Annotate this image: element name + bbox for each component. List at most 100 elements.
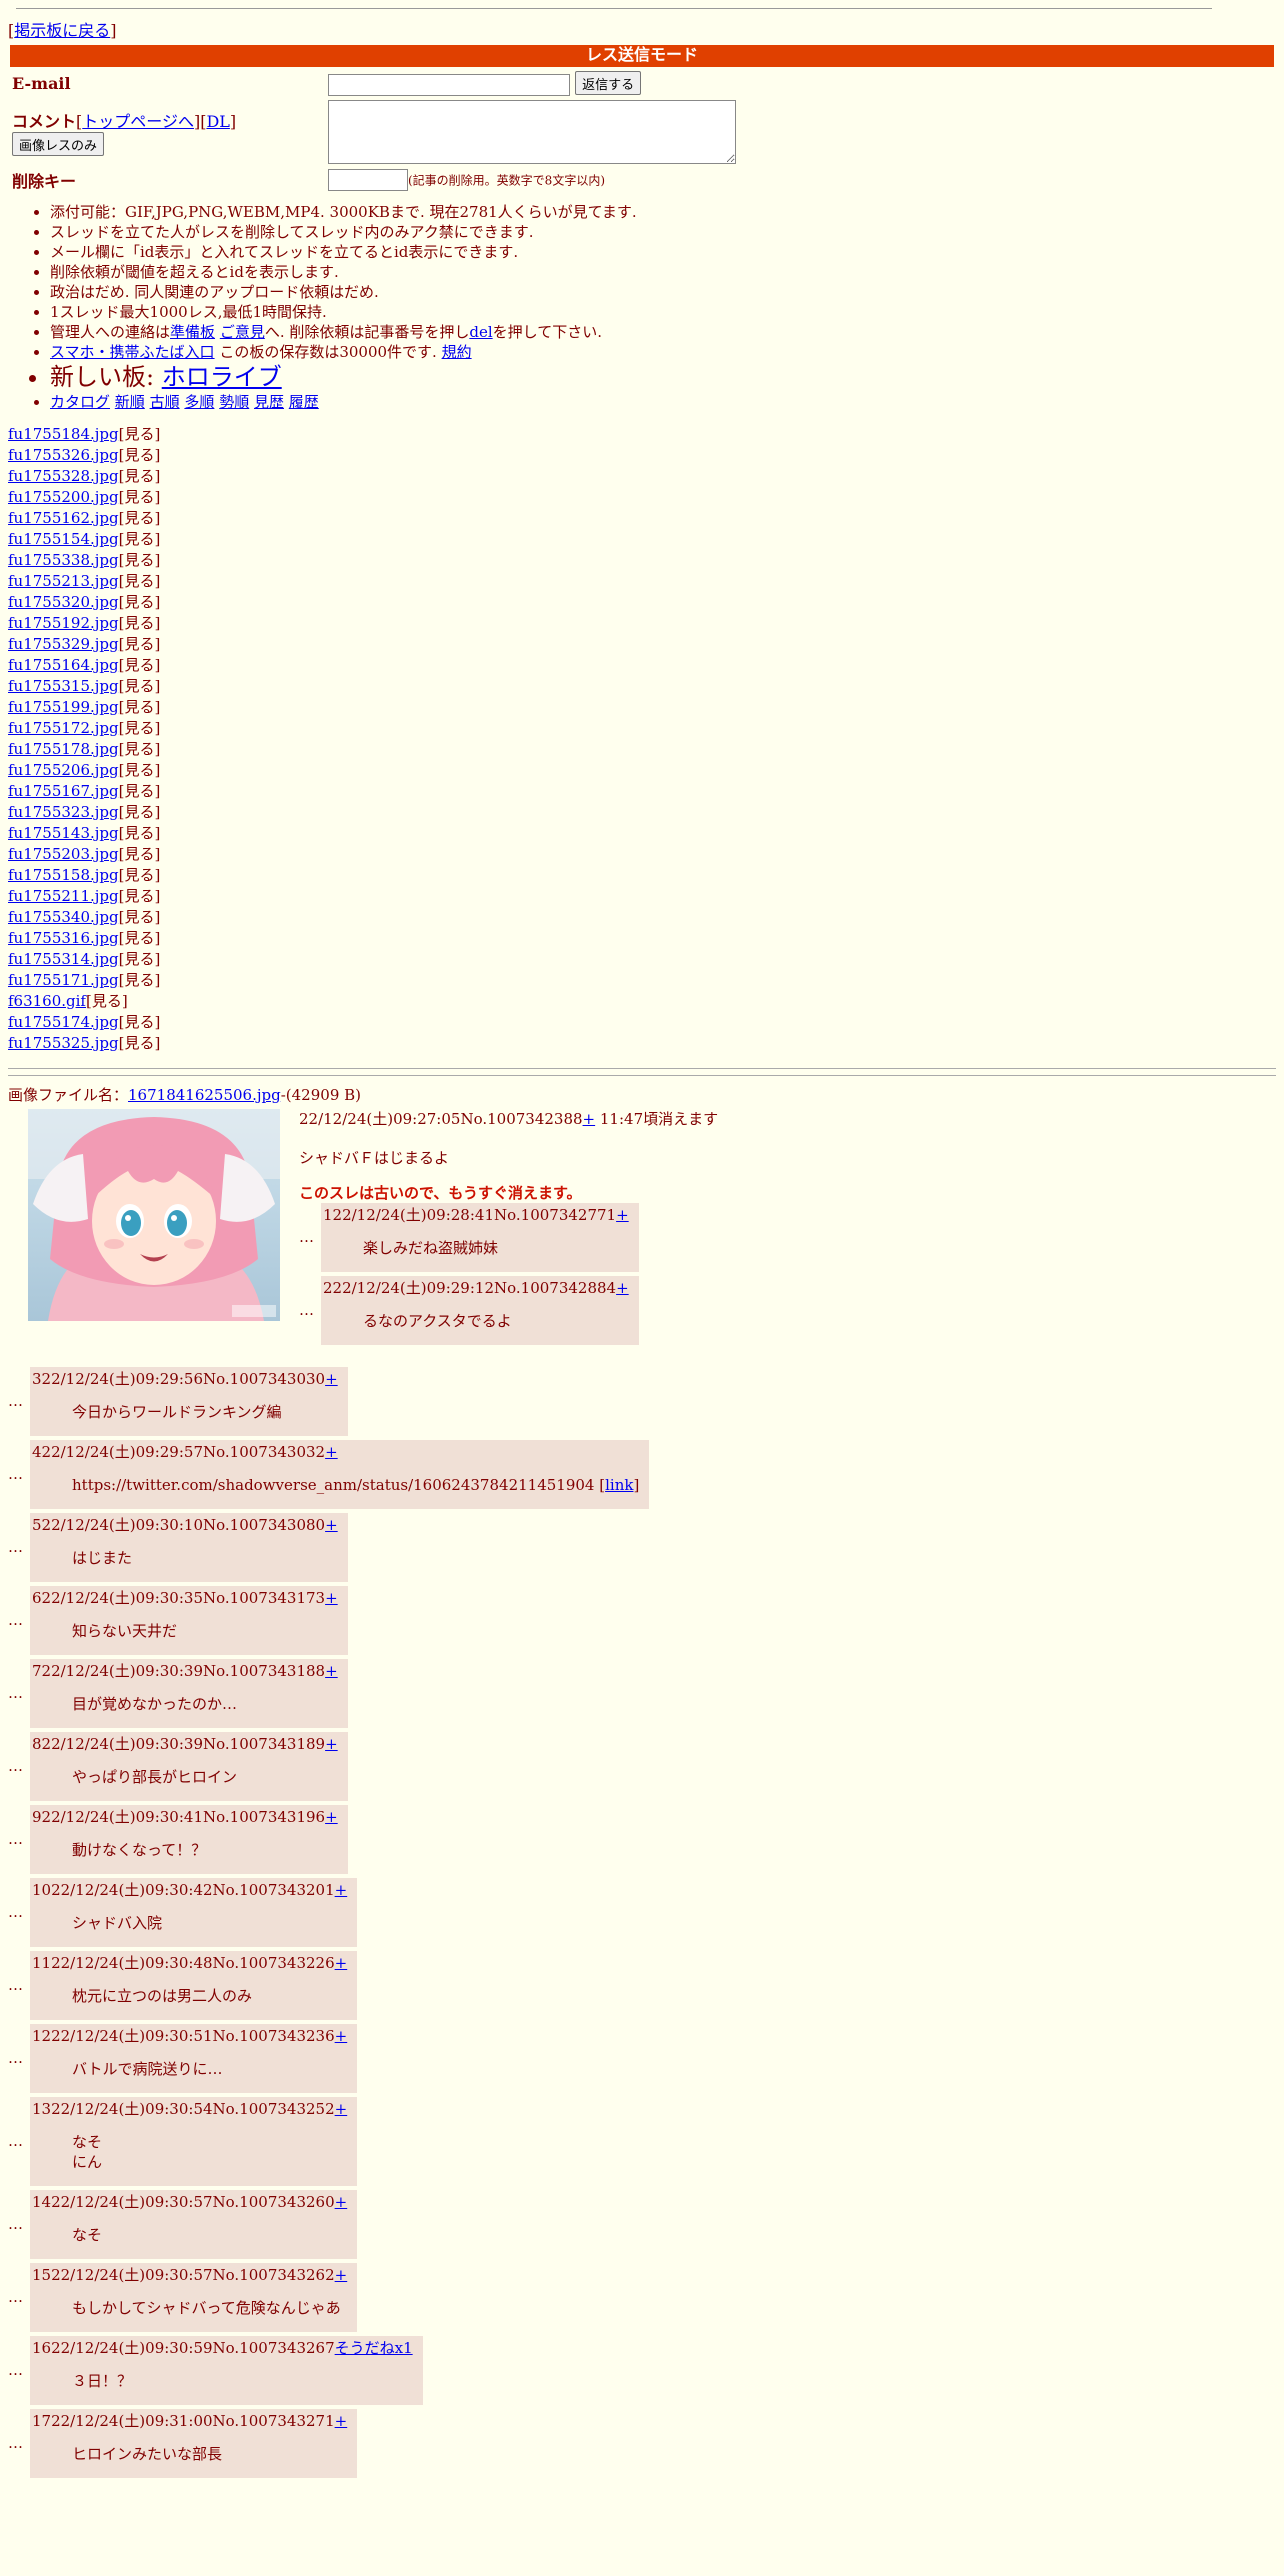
comment-field[interactable] [328, 99, 736, 164]
sort-many-link[interactable]: 多順 [184, 393, 214, 411]
reply-plus-button[interactable]: + [325, 1589, 338, 1607]
file-link[interactable]: fu1755184.jpg [8, 425, 119, 443]
del-link[interactable]: del [469, 323, 492, 341]
hololive-board-link[interactable]: ホロライブ [162, 363, 282, 391]
reply-plus-button[interactable]: + [325, 1808, 338, 1826]
file-list-item: fu1755328.jpg[見る] [8, 466, 1276, 487]
divider [8, 1074, 1276, 1076]
file-link[interactable]: fu1755200.jpg [8, 488, 119, 506]
file-link[interactable]: fu1755158.jpg [8, 866, 119, 884]
feedback-link[interactable]: ご意見 [220, 323, 265, 341]
file-link[interactable]: fu1755154.jpg [8, 530, 119, 548]
prep-board-link[interactable]: 準備板 [170, 323, 215, 341]
file-link[interactable]: fu1755164.jpg [8, 656, 119, 674]
mobile-entrance-link[interactable]: スマホ・携帯ふたば入口 [50, 343, 215, 361]
delete-key-label: 削除キー [12, 171, 77, 191]
file-link[interactable]: fu1755206.jpg [8, 761, 119, 779]
op-file-info: 画像ファイル名：1671841625506.jpg-(42909 B) [8, 1084, 1276, 1105]
reply-plus-button[interactable]: + [335, 2193, 348, 2211]
rule-item: 1スレッド最大1000レス,最低1時間保持. [50, 302, 1276, 322]
reply-plus-button[interactable]: + [335, 2412, 348, 2430]
sort-old-link[interactable]: 古順 [150, 393, 180, 411]
file-link[interactable]: fu1755143.jpg [8, 824, 119, 842]
reply-plus-button[interactable]: + [325, 1443, 338, 1461]
reply-header: 1422/12/24(土)09:30:57No.1007343260+ [32, 2192, 347, 2212]
reply-text: なそ [72, 2225, 103, 2244]
viewed-history-link[interactable]: 見歴 [254, 393, 284, 411]
history-link[interactable]: 履歴 [289, 393, 319, 411]
file-link[interactable]: fu1755199.jpg [8, 698, 119, 716]
reply-plus-button[interactable]: + [335, 2100, 348, 2118]
file-link[interactable]: fu1755162.jpg [8, 509, 119, 527]
top-page-link[interactable]: トップページへ [82, 112, 194, 131]
reply-plus-button[interactable]: + [335, 2027, 348, 2045]
file-link[interactable]: fu1755174.jpg [8, 1013, 119, 1031]
file-link[interactable]: fu1755325.jpg [8, 1034, 119, 1052]
comment-label: コメント [12, 111, 77, 131]
file-link[interactable]: fu1755167.jpg [8, 782, 119, 800]
image-only-button[interactable]: 画像レスのみ [12, 131, 105, 156]
file-link[interactable]: fu1755328.jpg [8, 467, 119, 485]
reply-meta: 1122/12/24(土)09:30:48No.1007343226 [32, 1953, 335, 1972]
dl-link[interactable]: DL [206, 112, 229, 131]
terms-link[interactable]: 規約 [442, 343, 472, 361]
file-link[interactable]: fu1755192.jpg [8, 614, 119, 632]
reply-plus-button[interactable]: + [335, 1954, 348, 1972]
file-link[interactable]: fu1755329.jpg [8, 635, 119, 653]
reply-header: 1122/12/24(土)09:30:48No.1007343226+ [32, 1953, 347, 1973]
reply-plus-button[interactable]: そうだねx1 [335, 2339, 413, 2357]
file-link[interactable]: f63160.gif [8, 992, 86, 1010]
inline-replies: … 122/12/24(土)09:28:41No.1007342771+ 楽しみだね… [299, 1202, 1276, 1345]
view-label: [見る] [118, 550, 161, 569]
file-link[interactable]: fu1755178.jpg [8, 740, 119, 758]
file-list-item: fu1755320.jpg[見る] [8, 592, 1276, 613]
reply-meta: 422/12/24(土)09:29:57No.1007343032 [32, 1442, 326, 1461]
file-link[interactable]: fu1755314.jpg [8, 950, 119, 968]
file-link[interactable]: fu1755320.jpg [8, 593, 119, 611]
sort-new-link[interactable]: 新順 [115, 393, 145, 411]
file-list-item: fu1755315.jpg[見る] [8, 676, 1276, 697]
file-link[interactable]: fu1755326.jpg [8, 446, 119, 464]
reply-row: … 1422/12/24(土)09:30:57No.1007343260+ なそ [8, 2189, 1276, 2259]
catalog-link[interactable]: カタログ [50, 393, 110, 411]
divider [8, 1067, 1276, 1069]
email-field[interactable] [328, 73, 570, 96]
reply-dots: … [8, 2288, 23, 2306]
op-thumbnail[interactable] [28, 1108, 280, 1321]
back-to-board-link[interactable]: 掲示板に戻る [14, 21, 110, 40]
file-link[interactable]: fu1755171.jpg [8, 971, 119, 989]
view-label: [見る] [118, 655, 161, 674]
op-plus-button[interactable]: + [583, 1110, 596, 1128]
file-label: 画像ファイル名： [8, 1085, 129, 1104]
file-list-item: fu1755171.jpg[見る] [8, 970, 1276, 991]
op-file-link[interactable]: 1671841625506.jpg [128, 1086, 281, 1104]
file-link[interactable]: fu1755340.jpg [8, 908, 119, 926]
file-link[interactable]: fu1755323.jpg [8, 803, 119, 821]
reply-plus-button[interactable]: + [325, 1516, 338, 1534]
reply-post: 1122/12/24(土)09:30:48No.1007343226+ 枕元に立つ… [30, 1950, 358, 2020]
file-link[interactable]: fu1755172.jpg [8, 719, 119, 737]
file-link[interactable]: fu1755203.jpg [8, 845, 119, 863]
view-label: [見る] [118, 1033, 161, 1052]
file-link[interactable]: fu1755211.jpg [8, 887, 119, 905]
reply-plus-button[interactable]: + [335, 1881, 348, 1899]
file-link[interactable]: fu1755315.jpg [8, 677, 119, 695]
file-link[interactable]: fu1755338.jpg [8, 551, 119, 569]
reply-plus-button[interactable]: + [616, 1206, 629, 1224]
reply-text: 知らない天井だ [72, 1621, 178, 1640]
reply-link[interactable]: link [605, 1476, 633, 1494]
reply-message: やっぱり部長がヒロイン [72, 1767, 338, 1787]
file-link[interactable]: fu1755213.jpg [8, 572, 119, 590]
reply-row: … 1322/12/24(土)09:30:54No.1007343252+ なそ にん [8, 2096, 1276, 2186]
sort-momentum-link[interactable]: 勢順 [219, 393, 249, 411]
reply-plus-button[interactable]: + [325, 1370, 338, 1388]
reply-plus-button[interactable]: + [335, 2266, 348, 2284]
reply-plus-button[interactable]: + [616, 1279, 629, 1297]
reply-plus-button[interactable]: + [325, 1662, 338, 1680]
delete-key-field[interactable] [328, 168, 408, 191]
reply-message: https://twitter.com/shadowverse_anm/stat… [72, 1475, 639, 1495]
reply-plus-button[interactable]: + [325, 1735, 338, 1753]
file-link[interactable]: fu1755316.jpg [8, 929, 119, 947]
reply-header: 1322/12/24(土)09:30:54No.1007343252+ [32, 2099, 347, 2119]
submit-reply-button[interactable]: 返信する [575, 71, 642, 95]
